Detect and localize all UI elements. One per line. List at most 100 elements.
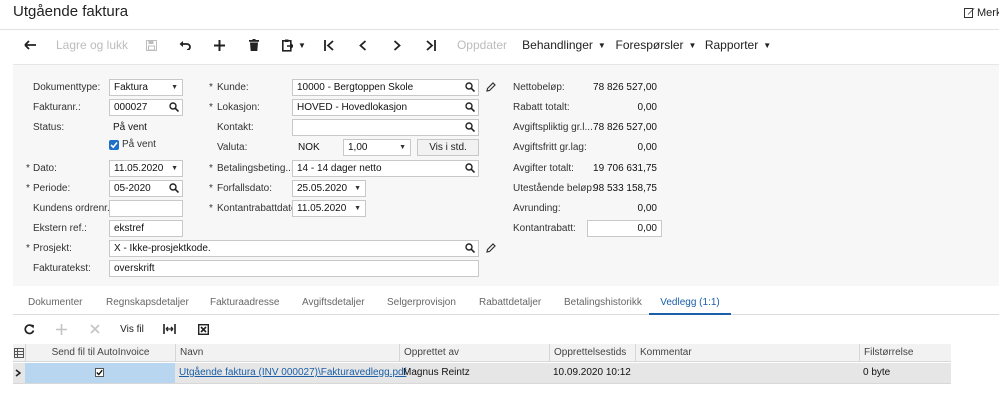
contact-field[interactable]	[292, 119, 479, 136]
tab-salesperson-commission[interactable]: Selgerprovisjon	[387, 295, 456, 315]
tab-accounting-details[interactable]: Regnskapsdetaljer	[106, 295, 189, 315]
total-value: 0,00	[637, 203, 657, 214]
delete-button[interactable]	[243, 30, 265, 60]
total-value: 78 826 527,00	[593, 122, 657, 133]
file-name-cell[interactable]: Utgående faktura (INV 000027)\Fakturaved…	[175, 363, 406, 383]
due-date-label: Forfallsdato:	[217, 183, 273, 194]
total-label: Nettobeløp:	[513, 82, 565, 93]
cash-discount-date-value: 11.05.2020	[297, 203, 347, 214]
cash-discount-value: 0,00	[637, 223, 657, 234]
trash-icon	[249, 39, 259, 51]
table-row[interactable]: Utgående faktura (INV 000027)\Fakturaved…	[13, 363, 951, 384]
last-record-button[interactable]	[420, 30, 442, 60]
cash-discount-date-label: Kontantrabattdato:	[217, 203, 300, 214]
comment-cell[interactable]	[635, 363, 859, 383]
total-value: 78 826 527,00	[593, 82, 657, 93]
tab-discount-details[interactable]: Rabattdetaljer	[479, 295, 541, 315]
next-record-button[interactable]	[386, 30, 408, 60]
update-button[interactable]: Oppdater	[454, 30, 510, 60]
export-excel-button[interactable]	[195, 321, 211, 337]
menu-reports[interactable]: Rapporter ▼	[704, 30, 772, 60]
last-page-icon	[426, 39, 436, 51]
location-field[interactable]: HOVED - Hovedlokasjon	[292, 99, 479, 116]
date-field[interactable]: 11.05.2020 ▼	[109, 160, 183, 177]
chevron-down-icon: ▼	[298, 40, 306, 50]
previous-record-button[interactable]	[352, 30, 374, 60]
notes-label: Merk	[977, 7, 999, 19]
menu-actions[interactable]: Behandlinger ▼	[522, 30, 606, 60]
invoice-text-label: Fakturatekst:	[33, 263, 91, 274]
created-at-cell: 10.09.2020 10:12	[553, 367, 631, 378]
project-value: X - Ikke-prosjektkode.	[114, 243, 211, 254]
save-close-button[interactable]: Lagre og lukk	[54, 30, 130, 60]
title-bar: Utgående faktura Merk	[0, 0, 999, 26]
required-marker: *	[26, 243, 30, 254]
arrow-left-icon	[23, 40, 36, 50]
payment-terms-field[interactable]: 14 - 14 dager netto	[292, 160, 479, 177]
required-marker: *	[26, 183, 30, 194]
cash-discount-date-field[interactable]: 11.05.2020 ▼	[292, 200, 366, 217]
doc-type-value: Faktura	[114, 82, 148, 93]
send-to-autoinvoice-cell[interactable]	[25, 363, 175, 383]
due-date-field[interactable]: 25.05.2020 ▼	[292, 180, 366, 197]
undo-icon	[179, 41, 191, 50]
send-to-autoinvoice-checkbox[interactable]	[95, 368, 104, 377]
view-in-standard-button[interactable]: Vis i std.	[417, 139, 479, 156]
column-header[interactable]: Send fil til AutoInvoice	[25, 344, 175, 362]
customer-order-field[interactable]	[109, 200, 183, 217]
search-icon	[169, 183, 179, 193]
undo-button[interactable]	[174, 30, 196, 60]
back-button[interactable]	[18, 30, 42, 60]
pencil-icon[interactable]	[486, 243, 496, 253]
period-field[interactable]: 05-2020	[109, 180, 183, 197]
invoice-text-field[interactable]: overskrift	[109, 260, 479, 277]
customer-order-label: Kundens ordrenr.:	[33, 203, 113, 214]
search-icon	[465, 243, 475, 253]
column-header[interactable]: Navn	[175, 344, 399, 362]
view-file-button[interactable]: Vis fil	[117, 321, 147, 337]
tab-tax-details[interactable]: Avgiftsdetaljer	[302, 295, 365, 315]
location-value: HOVED - Hovedlokasjon	[297, 102, 408, 113]
add-row-button[interactable]	[53, 321, 69, 337]
chevron-down-icon: ▼	[171, 84, 178, 91]
fit-columns-button[interactable]	[161, 321, 177, 337]
external-ref-field[interactable]: ekstref	[109, 220, 183, 237]
contact-label: Kontakt:	[217, 122, 254, 133]
page-title: Utgående faktura	[13, 3, 129, 20]
cash-discount-field[interactable]: 0,00	[587, 220, 662, 237]
tab-invoice-address[interactable]: Fakturaadresse	[210, 295, 279, 315]
delete-row-button[interactable]	[87, 321, 103, 337]
doc-type-select[interactable]: Faktura ▼	[109, 79, 183, 96]
menu-inquiries[interactable]: Forespørsler ▼	[614, 30, 698, 60]
file-link[interactable]: Utgående faktura (INV 000027)\Fakturaved…	[179, 367, 406, 378]
project-field[interactable]: X - Ikke-prosjektkode.	[109, 240, 479, 257]
tab-payment-history[interactable]: Betalingshistorikk	[564, 295, 642, 315]
first-record-button[interactable]	[318, 30, 340, 60]
pencil-icon[interactable]	[486, 82, 496, 92]
tab-attachments[interactable]: Vedlegg (1:1)	[649, 295, 731, 315]
payment-terms-value: 14 - 14 dager netto	[297, 163, 382, 174]
clipboard-icon	[282, 39, 294, 52]
copy-paste-button[interactable]: ▼	[280, 30, 308, 60]
refresh-button[interactable]	[21, 321, 37, 337]
add-button[interactable]	[208, 30, 230, 60]
on-hold-checkbox[interactable]	[109, 140, 119, 150]
date-value: 11.05.2020	[114, 163, 164, 174]
invoice-no-field[interactable]: 000027	[109, 99, 183, 116]
menu-reports-label: Rapporter	[704, 38, 759, 52]
currency-rate-field[interactable]: 1,00 ▼	[343, 139, 411, 156]
search-icon	[465, 163, 475, 173]
on-hold-label: På vent	[122, 139, 156, 150]
tab-documents[interactable]: Dokumenter	[28, 295, 82, 315]
column-header[interactable]: Opprettelsestids	[549, 344, 635, 362]
save-icon	[145, 39, 157, 51]
status-label: Status:	[33, 122, 65, 133]
save-button[interactable]	[140, 30, 162, 60]
column-header[interactable]: Kommentar	[635, 344, 859, 362]
chevron-down-icon: ▼	[171, 165, 178, 172]
grid-settings-icon[interactable]	[14, 348, 24, 358]
notes-link[interactable]: Merk	[964, 7, 999, 19]
column-header[interactable]: Opprettet av	[399, 344, 549, 362]
column-header[interactable]: Filstørrelse	[859, 344, 951, 362]
customer-field[interactable]: 10000 - Bergtoppen Skole	[292, 79, 479, 96]
